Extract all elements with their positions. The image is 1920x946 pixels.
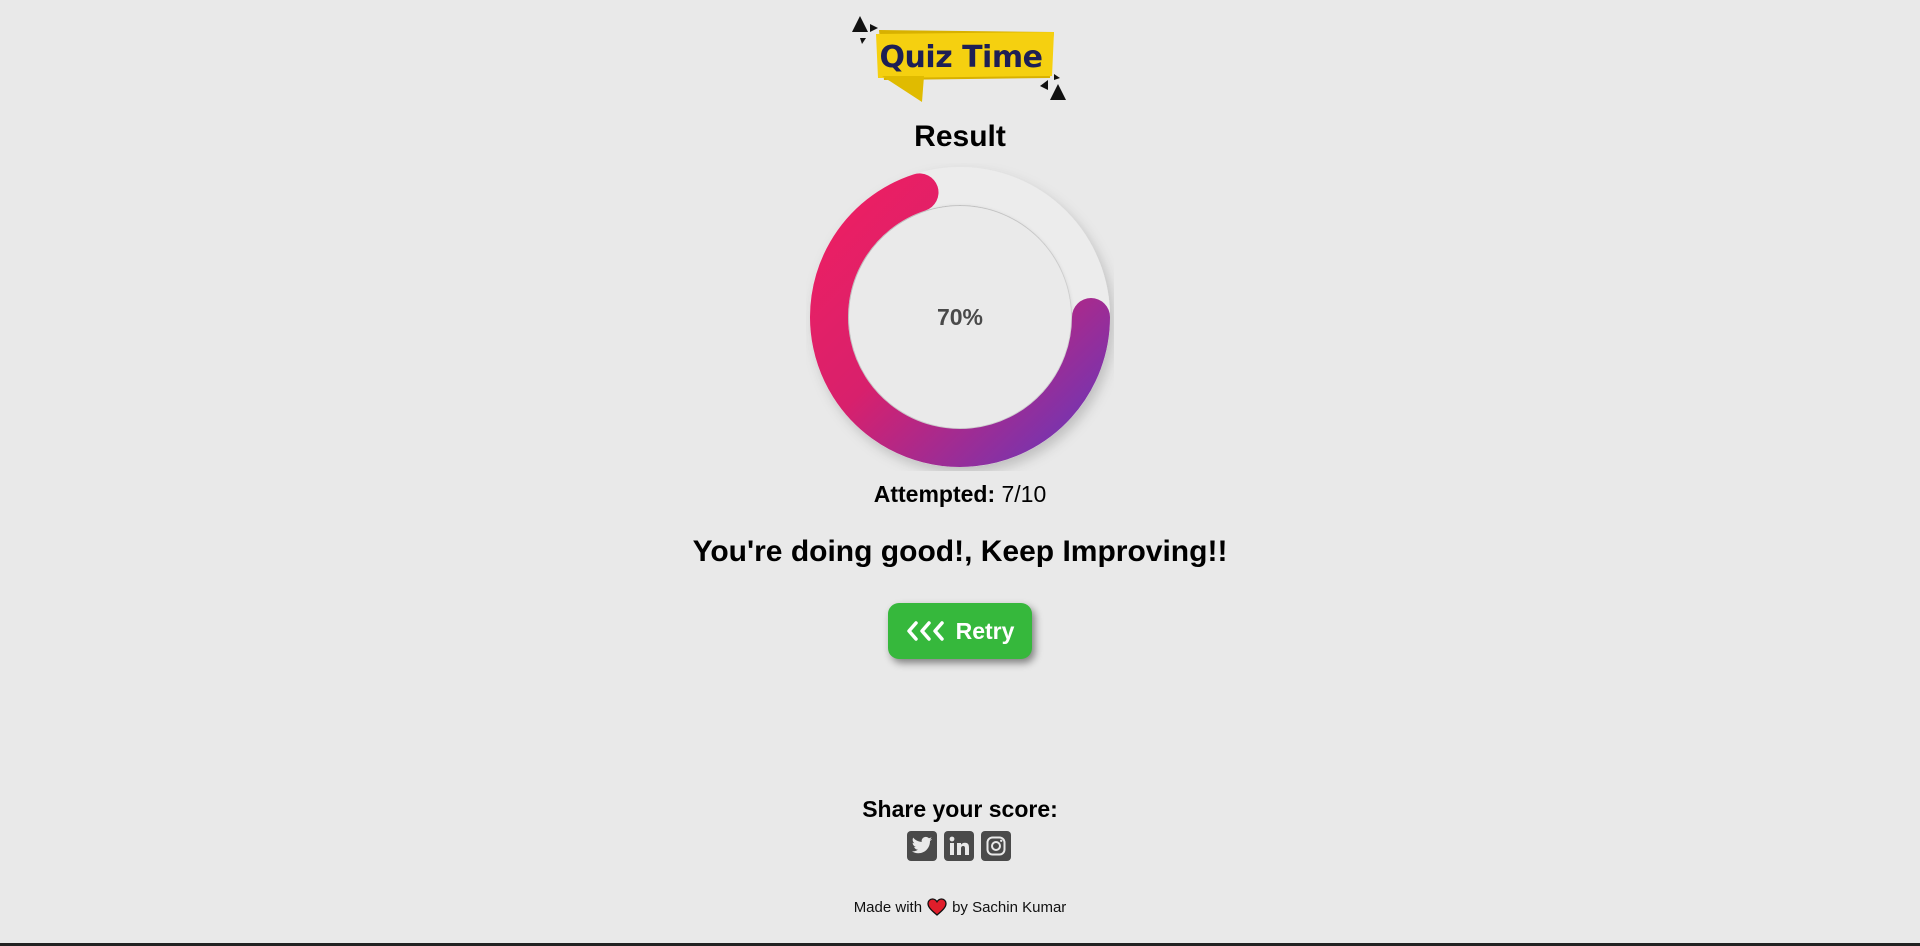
quiz-time-logo: Quiz Time [848,14,1070,106]
footer-credit: Made with by Sachin Kumar [0,898,1920,916]
twitter-icon[interactable] [907,831,937,861]
feedback-message: You're doing good!, Keep Improving!! [692,535,1228,568]
attempted-value: 7/10 [1001,481,1047,507]
share-label: Share your score: [862,796,1058,822]
heart-icon [927,898,947,916]
share-icons [907,831,1013,863]
retry-label: Retry [955,617,1015,644]
chevrons-left-icon [906,621,944,641]
logo-text: Quiz Time [879,40,1043,75]
score-percent: 70% [936,303,984,330]
retry-button[interactable]: Retry [888,603,1032,659]
linkedin-icon[interactable] [944,831,974,861]
attempted-summary: Attempted: 7/10 [0,481,1920,508]
instagram-icon[interactable] [981,831,1011,861]
score-gauge: 70% [806,163,1114,471]
footer-suffix: by Sachin Kumar [952,898,1067,916]
quiz-result-page: Quiz Time Result 70% Attempted: 7/10 You… [0,0,1920,946]
footer-prefix: Made with [853,898,923,916]
result-title: Result [914,120,1006,153]
attempted-label: Attempted: [873,481,996,507]
